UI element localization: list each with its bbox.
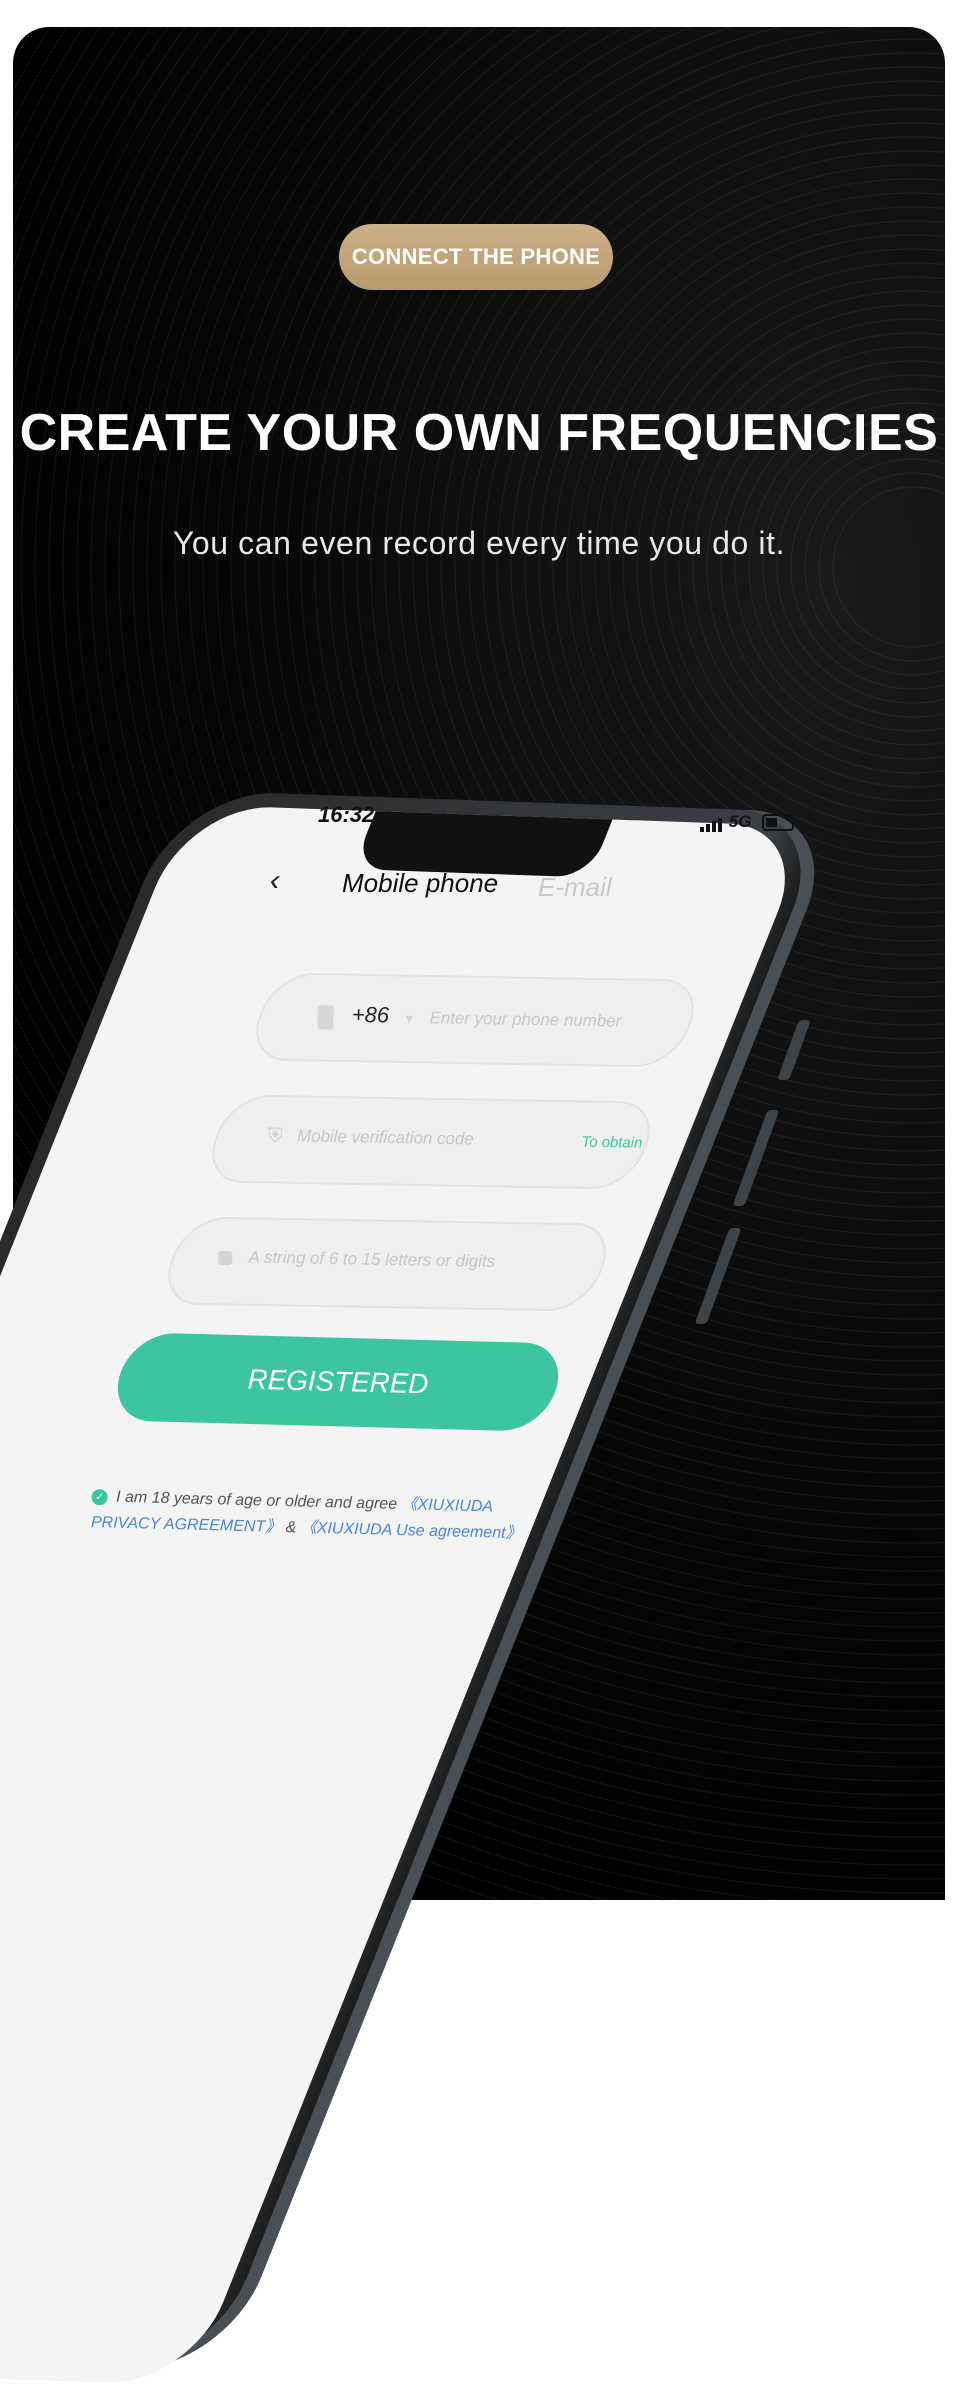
- lock-icon: [218, 1250, 233, 1266]
- password-input[interactable]: A string of 6 to 15 letters or digits: [248, 1247, 495, 1270]
- back-icon[interactable]: ‹: [266, 864, 284, 898]
- tab-mobile-phone[interactable]: Mobile phone: [342, 868, 498, 899]
- phone-number-input[interactable]: Enter your phone number: [429, 1008, 621, 1030]
- signal-icon: [700, 812, 724, 832]
- use-agreement-link[interactable]: 《XIUXIUDA Use agreement》: [301, 1519, 522, 1542]
- shield-icon: ⛨: [267, 1125, 283, 1148]
- status-time: 16:32: [318, 802, 375, 827]
- network-label: 5G: [728, 812, 752, 831]
- checkbox-checked-icon[interactable]: ✓: [91, 1488, 108, 1506]
- phone-mockup: 16:32 5G ‹ Mobile phone E-mail +86 ▼ Ent…: [0, 0, 958, 2386]
- chevron-down-icon[interactable]: ▼: [403, 1012, 415, 1026]
- app-screen: 16:32 5G ‹ Mobile phone E-mail +86 ▼ Ent…: [0, 0, 958, 1900]
- agreement-notice: ✓ I am 18 years of age or older and agre…: [91, 1484, 562, 1548]
- phone-number-field[interactable]: +86 ▼ Enter your phone number: [244, 972, 706, 1068]
- verification-code-input[interactable]: Mobile verification code: [297, 1126, 474, 1148]
- agreement-joiner: &: [285, 1519, 297, 1537]
- tab-email[interactable]: E-mail: [538, 872, 612, 903]
- status-indicators: 5G: [700, 812, 795, 832]
- country-code[interactable]: +86: [352, 1002, 390, 1028]
- agreement-text: I am 18 years of age or older and agree: [115, 1488, 398, 1513]
- obtain-code-button[interactable]: To obtain: [581, 1133, 642, 1151]
- register-button[interactable]: REGISTERED: [107, 1332, 569, 1432]
- phone-icon: [317, 1004, 334, 1030]
- password-field[interactable]: A string of 6 to 15 letters or digits: [156, 1216, 618, 1312]
- battery-icon: [762, 814, 795, 832]
- register-button-label: REGISTERED: [247, 1363, 429, 1400]
- verification-code-field[interactable]: ⛨ Mobile verification code To obtain: [200, 1094, 662, 1190]
